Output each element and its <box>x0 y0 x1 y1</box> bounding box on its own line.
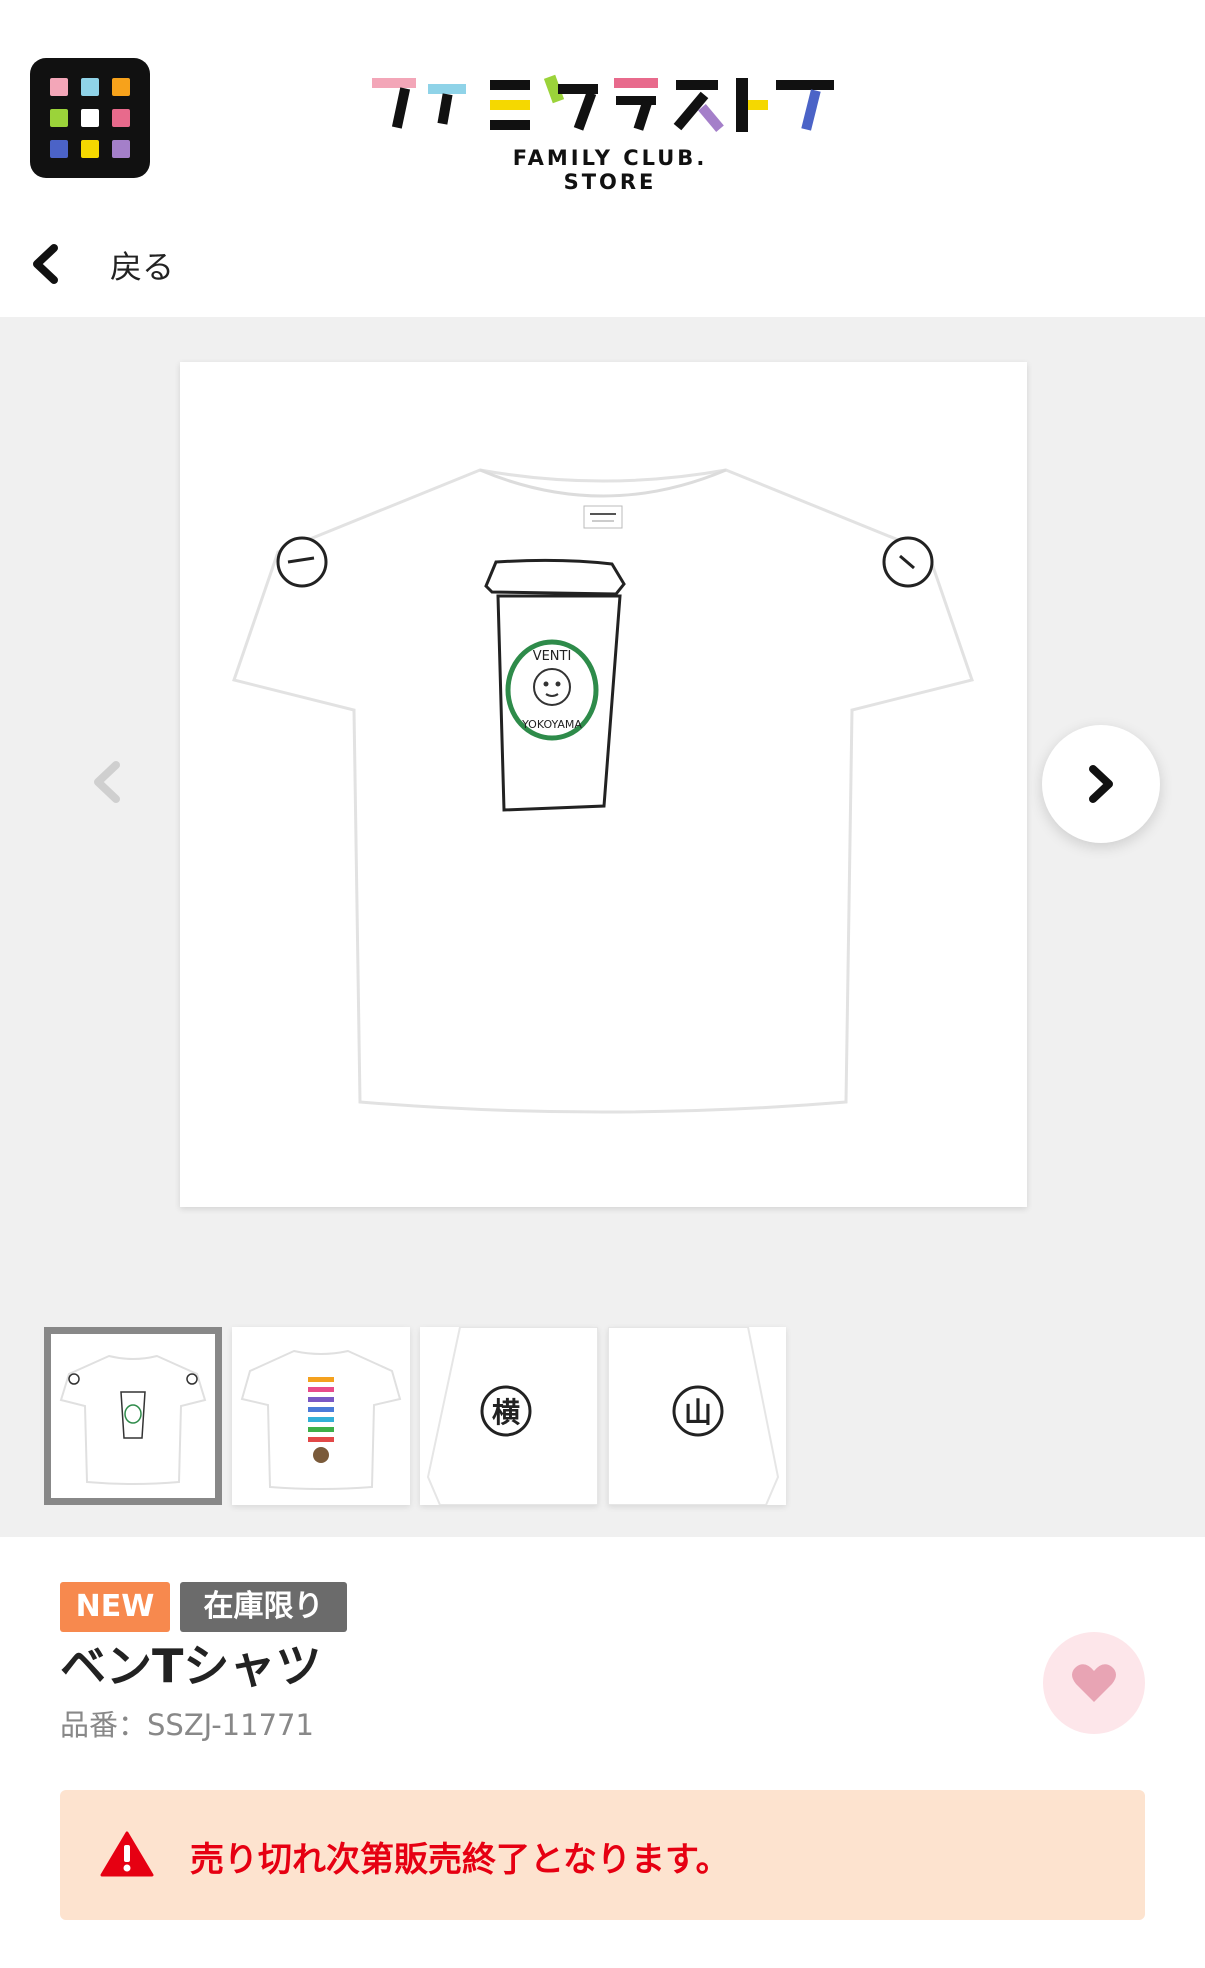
product-gallery: VENTI YOKOYAMA 横 山 <box>0 317 1205 1537</box>
thumbnail-sleeve-right[interactable]: 山 <box>608 1327 786 1505</box>
product-title: ベンTシャツ <box>60 1639 322 1693</box>
sold-out-notice: 売り切れ次第販売終了となります。 <box>60 1790 1145 1920</box>
chevron-left-icon[interactable] <box>86 757 126 807</box>
sleeve-label-right: 山 <box>684 1396 712 1429</box>
product-code: 品番：SSZJ-11771 <box>60 1708 314 1742</box>
next-image-button[interactable] <box>1042 725 1160 843</box>
back-label: 戻る <box>110 248 175 286</box>
thumbnail-sleeve-left[interactable]: 横 <box>420 1327 598 1505</box>
back-link[interactable]: 戻る <box>0 230 400 300</box>
heart-icon <box>1072 1664 1116 1702</box>
thumbnail-front[interactable] <box>44 1327 222 1505</box>
chevron-left-icon <box>33 244 58 284</box>
store-logo-mark <box>372 74 834 132</box>
store-logo[interactable]: FAMILY CLUB. STORE <box>370 70 840 194</box>
thumbnail-back[interactable] <box>232 1327 410 1505</box>
thumbnail-sleeve-right-image: 山 <box>608 1327 780 1505</box>
store-logo-subtitle: FAMILY CLUB. STORE <box>512 146 708 194</box>
thumbnail-strip: 横 山 <box>44 1327 789 1507</box>
sleeve-label-left: 横 <box>492 1396 520 1429</box>
product-main-image[interactable]: VENTI YOKOYAMA <box>180 362 1027 1207</box>
notice-text: 売り切れ次第販売終了となります。 <box>190 1840 730 1880</box>
thumbnail-sleeve-left-image: 横 <box>426 1327 598 1505</box>
new-badge: NEW <box>60 1582 170 1632</box>
site-header: FAMILY CLUB. STORE 戻る <box>0 0 1205 286</box>
cup-print-bottom: YOKOYAMA <box>521 718 582 731</box>
tshirt-illustration: VENTI YOKOYAMA <box>232 468 974 1114</box>
thumbnail-back-image <box>240 1349 402 1490</box>
warning-icon <box>100 1831 154 1877</box>
grid-menu-icon[interactable] <box>30 58 150 178</box>
chevron-right-icon <box>1089 765 1113 803</box>
cup-print-top: VENTI <box>533 649 572 664</box>
thumbnail-front-image <box>59 1354 207 1485</box>
favorite-button[interactable] <box>1043 1632 1145 1734</box>
limited-stock-badge: 在庫限り <box>180 1582 347 1632</box>
